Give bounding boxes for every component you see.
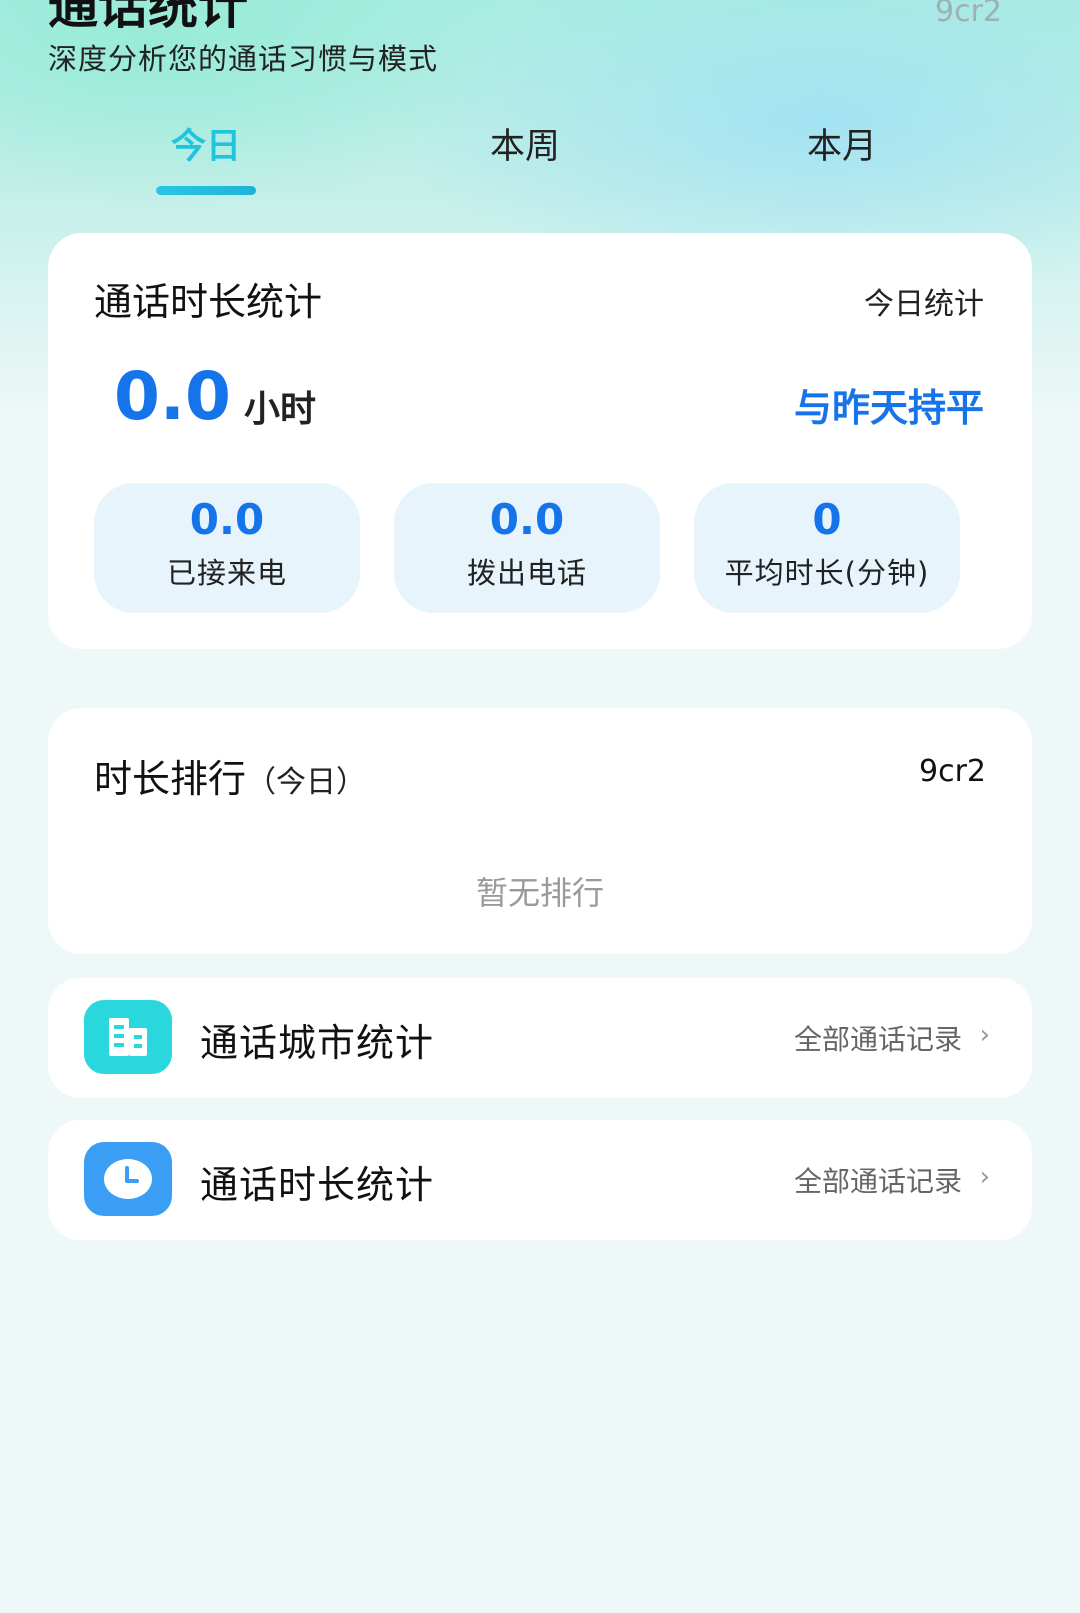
ranking-title-main: 时长排行 (94, 757, 247, 801)
chevron-right-icon: › (979, 1020, 990, 1050)
city-stats-row[interactable]: 通话城市统计 全部通话记录 › (48, 978, 1032, 1098)
tab-today[interactable]: 今日 (106, 118, 306, 169)
all-records-link[interactable]: 全部通话记录 (794, 1018, 962, 1058)
card-title: 通话时长统计 (94, 280, 323, 324)
row-title: 通话城市统计 (200, 1021, 435, 1065)
page-title: 通话统计 (48, 0, 248, 35)
stat-label: 已接来电 (166, 556, 287, 590)
card-scope: 今日统计 (864, 287, 984, 322)
page-subtitle: 深度分析您的通话习惯与模式 (48, 42, 439, 76)
call-duration-card: 通话时长统计 今日统计 0.0 小时 与昨天持平 0.0 已接来电 0.0 拨出… (48, 233, 1032, 649)
clock-icon (84, 1142, 172, 1216)
all-records-link[interactable]: 全部通话记录 (794, 1160, 962, 1200)
total-duration-unit: 小时 (244, 389, 317, 430)
stat-label: 平均时长(分钟) (724, 556, 930, 590)
compare-text: 与昨天持平 (793, 386, 984, 430)
tab-month[interactable]: 本月 (742, 118, 942, 169)
building-icon (84, 1000, 172, 1074)
stat-average: 0 平均时长(分钟) (694, 483, 960, 613)
stat-incoming: 0.0 已接来电 (94, 483, 360, 613)
ranking-title: 时长排行（今日） (94, 748, 366, 803)
stat-outgoing: 0.0 拨出电话 (394, 483, 660, 613)
active-tab-indicator (156, 186, 256, 195)
period-tabs: 今日 本周 本月 (48, 118, 1032, 198)
duration-stats-row[interactable]: 通话时长统计 全部通话记录 › (48, 1120, 1032, 1240)
chevron-right-icon: › (979, 1162, 990, 1192)
ranking-right-label: 9cr2 (918, 754, 986, 789)
version-label: 9cr2 (934, 0, 1002, 29)
total-duration-value: 0.0 (114, 358, 231, 435)
stat-value: 0.0 (189, 495, 265, 544)
ranking-title-period: （今日） (246, 765, 367, 800)
stat-value: 0.0 (489, 495, 565, 544)
duration-ranking-card: 时长排行（今日） 9cr2 暂无排行 (48, 708, 1032, 954)
stat-label: 拨出电话 (466, 556, 587, 590)
empty-ranking-text: 暂无排行 (475, 874, 604, 912)
stat-value: 0 (812, 495, 842, 544)
tab-week[interactable]: 本周 (425, 118, 625, 169)
row-title: 通话时长统计 (200, 1163, 435, 1207)
